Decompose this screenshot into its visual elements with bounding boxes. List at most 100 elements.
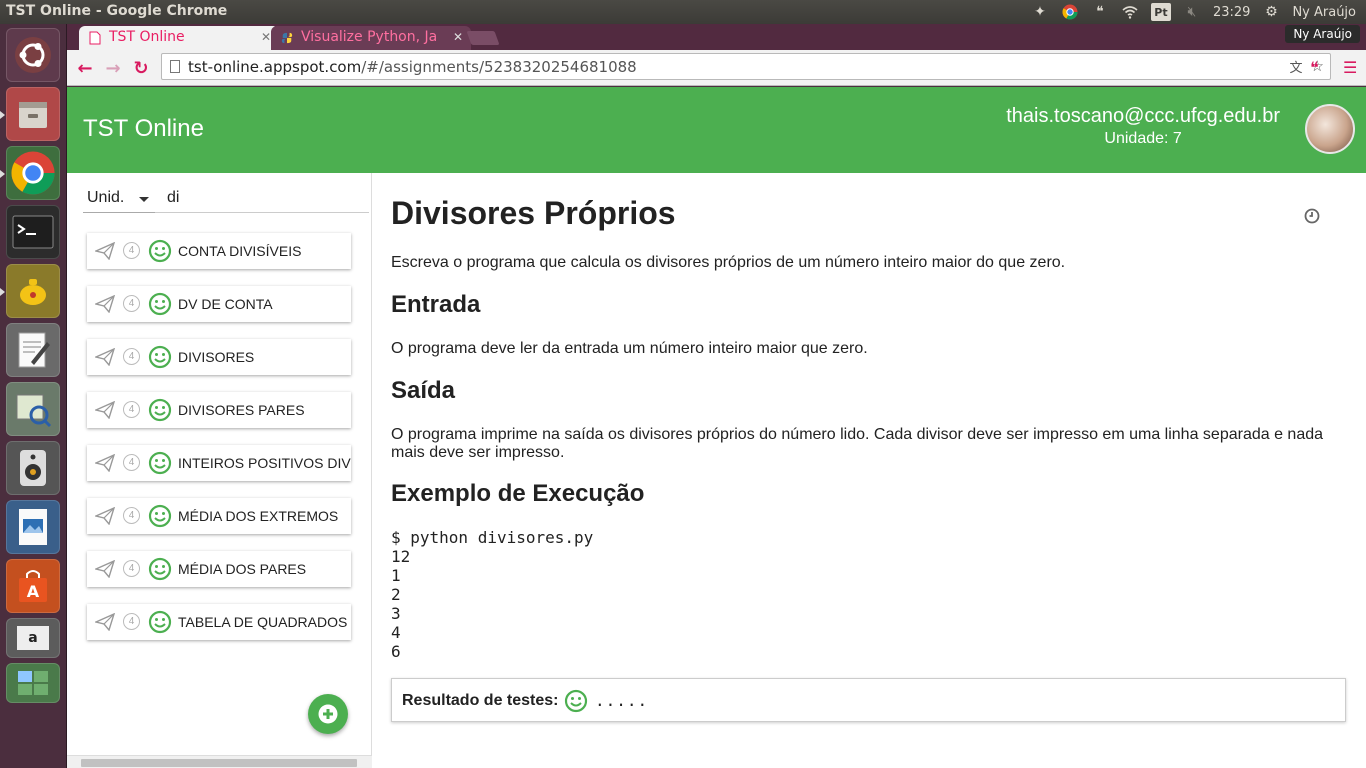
avatar[interactable] (1305, 104, 1355, 154)
input-heading: Entrada (391, 291, 481, 318)
smile-icon (148, 239, 172, 266)
tab-tst-online[interactable]: TST Online ✕ (79, 26, 279, 50)
chrome-launcher-icon[interactable] (0, 146, 60, 200)
assignment-card[interactable]: 4 MÉDIA DOS PARES (87, 551, 351, 587)
system-tray: ✦ ❝ Pt 🔇︎ 23:29 ⚙ Ny Araújo (1031, 0, 1356, 24)
send-icon[interactable] (93, 241, 116, 263)
filter-input[interactable] (167, 189, 367, 207)
send-icon[interactable] (93, 347, 116, 369)
smile-icon (148, 610, 172, 637)
assignment-card[interactable]: 4 DV DE CONTA (87, 286, 351, 322)
ubuntu-dash-icon[interactable] (6, 28, 60, 82)
send-icon[interactable] (93, 294, 116, 316)
url-host: tst-online.appspot.com (188, 58, 362, 76)
forward-button[interactable]: → (101, 56, 125, 80)
extension-chat-icon[interactable]: ❝ (1310, 58, 1319, 77)
assignment-card[interactable]: 4 TABELA DE QUADRADOS (87, 604, 351, 640)
tab-label: Visualize Python, Ja (301, 29, 438, 45)
plus-circle-icon (318, 704, 338, 724)
horizontal-scrollbar[interactable] (67, 755, 372, 768)
attempts-badge: 4 (123, 454, 140, 471)
assignment-card[interactable]: 4 MÉDIA DOS EXTREMOS (87, 498, 351, 534)
assignment-content: Divisores Próprios Escreva o programa qu… (391, 173, 1351, 768)
test-results: Resultado de testes: ..... (391, 678, 1346, 722)
new-tab-button[interactable] (466, 31, 500, 45)
assignment-card-title: DV DE CONTA (178, 296, 273, 312)
profile-button[interactable]: Ny Araújo (1285, 25, 1360, 43)
send-icon[interactable] (93, 612, 116, 634)
close-tab-icon[interactable]: ✕ (261, 30, 271, 44)
assignment-card[interactable]: 4 CONTA DIVISÍVEIS (87, 233, 351, 269)
translate-icon[interactable]: 文 (1290, 57, 1303, 76)
amazon-icon[interactable]: a (6, 618, 60, 658)
keyboard-layout-indicator[interactable]: Pt (1150, 3, 1171, 21)
assignment-card-title: CONTA DIVISÍVEIS (178, 243, 302, 259)
volume-muted-icon[interactable]: 🔇︎ (1183, 3, 1201, 21)
output-text: O programa imprime na saída os divisores… (391, 426, 1324, 461)
unity-launcher: A a (0, 24, 67, 768)
reload-button[interactable]: ↻ (129, 56, 153, 80)
filter-row: Unid. (83, 187, 369, 213)
assignment-card-title: DIVISORES (178, 349, 255, 365)
smile-icon (148, 451, 172, 478)
assignment-card[interactable]: 4 DIVISORES (87, 339, 351, 375)
close-tab-icon[interactable]: ✕ (453, 30, 463, 44)
chrome-tray-icon[interactable] (1061, 3, 1079, 21)
dropbox-icon[interactable]: ✦ (1031, 3, 1049, 21)
browser-toolbar: ← → ↻ tst-online.appspot.com/#/assignmen… (67, 50, 1366, 86)
workspace-switcher-icon[interactable] (6, 663, 60, 703)
tab-visualize-python[interactable]: Visualize Python, Ja ✕ (271, 26, 471, 50)
result-label: Resultado de testes: (402, 692, 559, 709)
page-info-icon[interactable] (170, 60, 180, 73)
tab-label: TST Online (109, 29, 185, 45)
wifi-icon[interactable] (1121, 3, 1139, 21)
chat-icon[interactable]: ❝ (1091, 3, 1109, 21)
smile-icon (148, 504, 172, 531)
gear-icon[interactable]: ⚙ (1262, 3, 1280, 21)
software-center-icon[interactable]: A (6, 559, 60, 613)
send-icon[interactable] (93, 400, 116, 422)
result-dots: ..... (595, 691, 649, 710)
clock[interactable]: 23:29 (1213, 5, 1250, 20)
user-unit: Unidade: 7 (1104, 130, 1182, 147)
attempts-badge: 4 (123, 560, 140, 577)
address-bar[interactable]: tst-online.appspot.com/#/assignments/523… (161, 53, 1331, 80)
smile-icon (148, 398, 172, 425)
assignment-card[interactable]: 4 INTEIROS POSITIVOS DIV (87, 445, 351, 481)
text-editor-icon[interactable] (6, 323, 60, 377)
assignment-card[interactable]: 4 DIVISORES PARES (87, 392, 351, 428)
assignment-card-title: MÉDIA DOS PARES (178, 561, 307, 577)
chevron-down-icon[interactable] (139, 197, 149, 202)
svg-text:A: A (27, 582, 40, 601)
send-icon[interactable] (93, 506, 116, 528)
user-email: thais.toscano@ccc.ufcg.edu.br (1006, 105, 1280, 127)
terminal-icon[interactable] (6, 205, 60, 259)
speaker-app-icon[interactable] (6, 441, 60, 495)
assignment-sidebar: Unid. 4 CONTA DIVISÍVEIS 4 DV DE CONTA 4 DIVI… (67, 173, 372, 768)
history-clock-icon[interactable] (1304, 208, 1320, 229)
teapot-app-icon[interactable] (0, 264, 60, 318)
output-heading: Saída (391, 377, 456, 404)
select-underline (83, 212, 155, 213)
chrome-menu-icon[interactable]: ☰ (1343, 58, 1357, 77)
smile-icon (148, 557, 172, 584)
attempts-badge: 4 (123, 507, 140, 524)
add-button[interactable] (308, 694, 348, 734)
image-viewer-icon[interactable] (6, 382, 60, 436)
scrollbar-thumb[interactable] (81, 759, 357, 767)
files-icon[interactable] (0, 87, 60, 141)
input-text: O programa deve ler da entrada um número… (391, 340, 868, 357)
send-icon[interactable] (93, 453, 116, 475)
back-button[interactable]: ← (73, 56, 97, 80)
attempts-badge: 4 (123, 613, 140, 630)
example-code: $ python divisores.py 12 1 2 3 4 6 (391, 528, 594, 661)
web-page: TST Online thais.toscano@ccc.ufcg.edu.br… (67, 87, 1366, 768)
smile-icon (148, 345, 172, 372)
unit-select[interactable]: Unid. (87, 189, 124, 207)
impress-icon[interactable] (6, 500, 60, 554)
attempts-badge: 4 (123, 295, 140, 312)
send-icon[interactable] (93, 559, 116, 581)
app-brand[interactable]: TST Online (83, 115, 204, 143)
session-user[interactable]: Ny Araújo (1292, 5, 1356, 20)
smile-icon (148, 292, 172, 319)
